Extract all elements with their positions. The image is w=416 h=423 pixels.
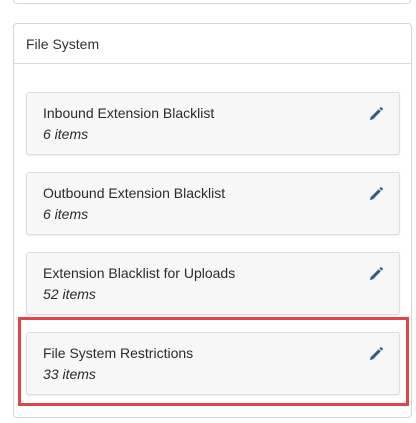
card-count: 6 items: [43, 126, 89, 142]
card-extension-blacklist-for-uploads: Extension Blacklist for Uploads 52 items: [26, 252, 400, 315]
card-outbound-extension-blacklist: Outbound Extension Blacklist 6 items: [26, 172, 400, 235]
card-count: 52 items: [43, 286, 96, 302]
panel-header: File System: [14, 24, 411, 64]
panel-title: File System: [26, 35, 100, 52]
card-inbound-extension-blacklist: Inbound Extension Blacklist 6 items: [26, 92, 400, 155]
edit-pencil-icon[interactable]: [369, 187, 383, 201]
card-count: 6 items: [43, 206, 89, 222]
edit-pencil-icon[interactable]: [369, 107, 383, 121]
card-title: Inbound Extension Blacklist: [43, 105, 215, 121]
edit-pencil-icon[interactable]: [369, 347, 383, 361]
card-count: 33 items: [43, 366, 96, 382]
card-title: File System Restrictions: [43, 345, 194, 361]
card-file-system-restrictions: File System Restrictions 33 items: [26, 332, 400, 395]
edit-pencil-icon[interactable]: [369, 267, 383, 281]
card-title: Extension Blacklist for Uploads: [43, 265, 236, 281]
previous-panel-bottom: [13, 0, 411, 4]
card-title: Outbound Extension Blacklist: [43, 185, 226, 201]
file-system-panel: File System Inbound Extension Blacklist …: [13, 23, 412, 418]
